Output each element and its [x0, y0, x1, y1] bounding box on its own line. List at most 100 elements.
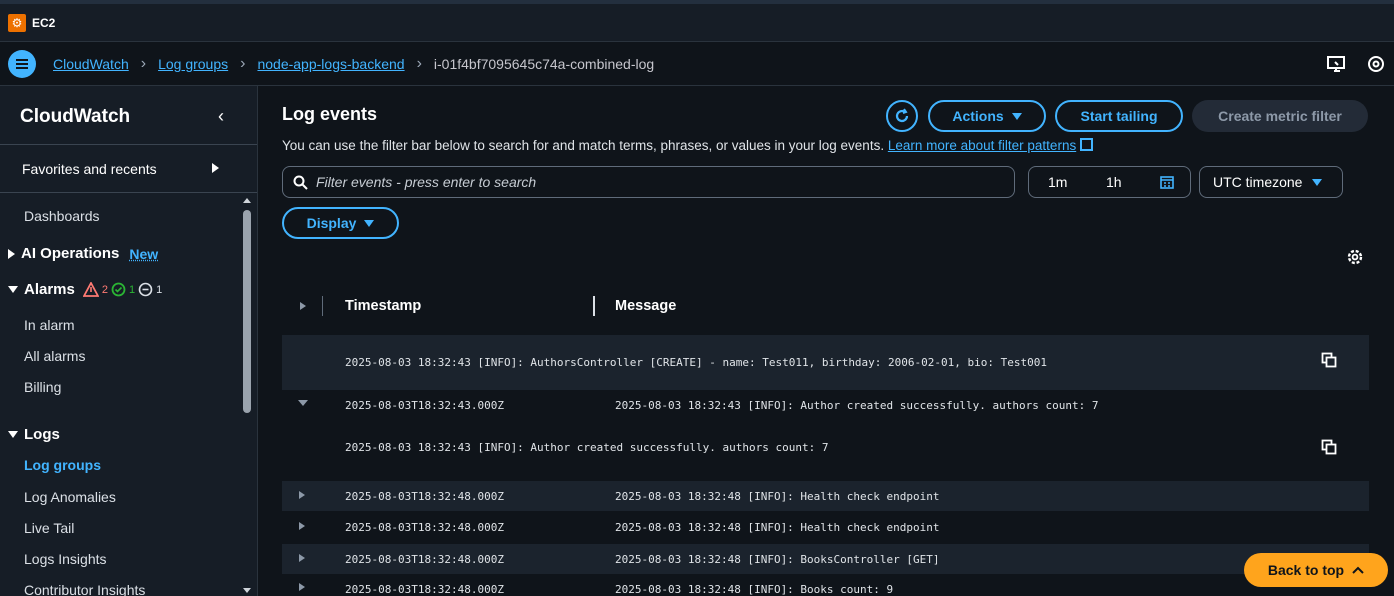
row-timestamp: 2025-08-03T18:32:48.000Z	[345, 521, 504, 534]
scroll-down-icon[interactable]	[243, 588, 251, 593]
menu-icon[interactable]	[8, 49, 36, 78]
row-message: 2025-08-03 18:32:48 [INFO]: Health check…	[615, 521, 940, 534]
caret-down-icon	[1312, 178, 1323, 186]
sidebar-section-logs[interactable]: Logs	[8, 426, 60, 443]
table-row[interactable]: 2025-08-03T18:32:48.000Z 2025-08-03 18:3…	[282, 544, 1369, 574]
alarm-count: 2	[101, 283, 108, 296]
service-label[interactable]: EC2	[32, 16, 55, 30]
sidebar-item-in-alarm[interactable]: In alarm	[24, 317, 75, 333]
sidebar-section-label: Alarms	[24, 281, 75, 298]
expand-row-icon[interactable]	[299, 583, 305, 591]
sidebar-item-logs-insights[interactable]: Logs Insights	[24, 551, 107, 567]
back-to-top-button[interactable]: Back to top	[1244, 553, 1388, 587]
range-1m[interactable]: 1m	[1048, 174, 1067, 190]
sidebar-item-billing[interactable]: Billing	[24, 379, 61, 395]
main-content: Log events Actions Start tailing Create …	[259, 86, 1394, 596]
display-button[interactable]: Display	[282, 207, 399, 239]
breadcrumb-log-groups[interactable]: Log groups	[158, 56, 228, 72]
table-row[interactable]: 2025-08-03T18:32:48.000Z 2025-08-03 18:3…	[282, 481, 1369, 511]
row-timestamp: 2025-08-03T18:32:48.000Z	[345, 490, 504, 503]
refresh-icon	[895, 108, 909, 123]
breadcrumb-log-group[interactable]: node-app-logs-backend	[257, 56, 404, 72]
breadcrumb-cloudwatch[interactable]: CloudWatch	[53, 56, 129, 72]
start-tailing-button[interactable]: Start tailing	[1055, 100, 1183, 132]
create-metric-filter-button[interactable]: Create metric filter	[1192, 100, 1368, 132]
log-detail-text: 2025-08-03 18:32:43 [INFO]: AuthorsContr…	[345, 356, 1047, 369]
sidebar-favorites[interactable]: Favorites and recents	[22, 161, 157, 177]
external-link-icon[interactable]	[1080, 138, 1094, 151]
sidebar-section-ai-operations[interactable]: AI Operations New	[8, 245, 158, 262]
log-detail-text: 2025-08-03 18:32:43 [INFO]: Author creat…	[345, 441, 829, 454]
sidebar-section-label: Logs	[24, 426, 60, 443]
caret-down-icon	[8, 431, 18, 438]
sidebar: CloudWatch ‹ Favorites and recents Dashb…	[0, 86, 258, 596]
display-preferences-icon[interactable]	[1326, 54, 1346, 74]
ec2-logo-icon[interactable]: ⚙	[8, 13, 26, 32]
time-range-selector: 1m 1h	[1028, 166, 1191, 198]
sidebar-item-dashboards[interactable]: Dashboards	[24, 208, 100, 224]
breadcrumb-current: i-01f4bf7095645c74a-combined-log	[433, 55, 655, 72]
divider	[0, 144, 257, 145]
column-separator	[322, 296, 323, 316]
sidebar-scrollbar[interactable]	[243, 210, 251, 413]
insufficient-count: 1	[156, 283, 163, 296]
range-1h[interactable]: 1h	[1106, 174, 1122, 190]
insufficient-data-icon	[138, 282, 153, 297]
page-title: Log events	[282, 104, 378, 124]
description-text: You can use the filter bar below to sear…	[282, 138, 885, 153]
caret-right-icon	[8, 248, 15, 259]
sidebar-item-log-anomalies[interactable]: Log Anomalies	[24, 489, 116, 505]
sidebar-item-contributor-insights[interactable]: Contributor Insights	[24, 582, 145, 596]
table-row[interactable]: 2025-08-03T18:32:43.000Z 2025-08-03 18:3…	[282, 390, 1369, 420]
settings-icon[interactable]	[1366, 54, 1386, 74]
sidebar-item-all-alarms[interactable]: All alarms	[24, 348, 85, 364]
sidebar-item-live-tail[interactable]: Live Tail	[24, 520, 74, 536]
expanded-log-detail: 2025-08-03 18:32:43 [INFO]: Author creat…	[282, 420, 1369, 480]
row-timestamp: 2025-08-03T18:32:43.000Z	[345, 399, 504, 412]
actions-label: Actions	[952, 108, 1004, 124]
sidebar-section-alarms[interactable]: Alarms 2 1 1	[8, 281, 162, 298]
learn-more-link[interactable]: Learn more about filter patterns	[888, 138, 1076, 153]
sidebar-item-log-groups[interactable]: Log groups	[24, 457, 101, 473]
filter-search-box[interactable]	[282, 166, 1015, 198]
column-resizer[interactable]	[593, 296, 595, 316]
caret-down-icon	[1011, 112, 1022, 120]
alarm-counts: 2 1 1	[82, 282, 163, 297]
column-header-timestamp[interactable]: Timestamp	[345, 286, 421, 326]
timezone-select[interactable]: UTC timezone	[1199, 166, 1343, 198]
breadcrumb: CloudWatch › Log groups › node-app-logs-…	[0, 42, 1394, 86]
copy-icon[interactable]	[1321, 439, 1337, 455]
row-message: 2025-08-03 18:32:48 [INFO]: Books count:…	[615, 583, 894, 596]
scroll-up-icon[interactable]	[243, 198, 251, 203]
chevron-right-icon: ›	[416, 54, 422, 72]
caret-down-icon	[8, 286, 18, 293]
display-label: Display	[306, 215, 357, 231]
caret-right-icon[interactable]	[212, 163, 219, 173]
actions-button[interactable]: Actions	[928, 100, 1046, 132]
expanded-log-detail: 2025-08-03 18:32:43 [INFO]: AuthorsContr…	[282, 335, 1369, 390]
collapse-row-icon[interactable]	[298, 400, 308, 406]
back-to-top-label: Back to top	[1267, 562, 1345, 578]
column-header-message[interactable]: Message	[615, 286, 676, 326]
timezone-label: UTC timezone	[1213, 174, 1303, 190]
expand-row-icon[interactable]	[299, 491, 305, 499]
table-row[interactable]: 2025-08-03T18:32:48.000Z 2025-08-03 18:3…	[282, 576, 1369, 596]
expand-all-icon[interactable]	[300, 302, 306, 310]
copy-icon[interactable]	[1321, 352, 1337, 368]
expand-row-icon[interactable]	[299, 522, 305, 530]
description: You can use the filter bar below to sear…	[282, 138, 1094, 153]
collapse-sidebar-icon[interactable]: ‹	[218, 106, 224, 127]
divider	[0, 192, 257, 193]
warning-icon	[82, 282, 99, 297]
row-message: 2025-08-03 18:32:43 [INFO]: Author creat…	[615, 399, 1099, 412]
gear-icon[interactable]	[1346, 248, 1364, 266]
calendar-icon[interactable]	[1160, 175, 1174, 189]
refresh-button[interactable]	[886, 100, 918, 132]
search-input[interactable]	[316, 174, 996, 190]
expand-row-icon[interactable]	[299, 554, 305, 562]
table-row[interactable]: 2025-08-03T18:32:48.000Z 2025-08-03 18:3…	[282, 512, 1369, 542]
chevron-right-icon: ›	[140, 54, 147, 72]
row-timestamp: 2025-08-03T18:32:48.000Z	[345, 583, 504, 596]
new-badge[interactable]: New	[129, 246, 158, 262]
sidebar-title: CloudWatch	[20, 106, 131, 127]
